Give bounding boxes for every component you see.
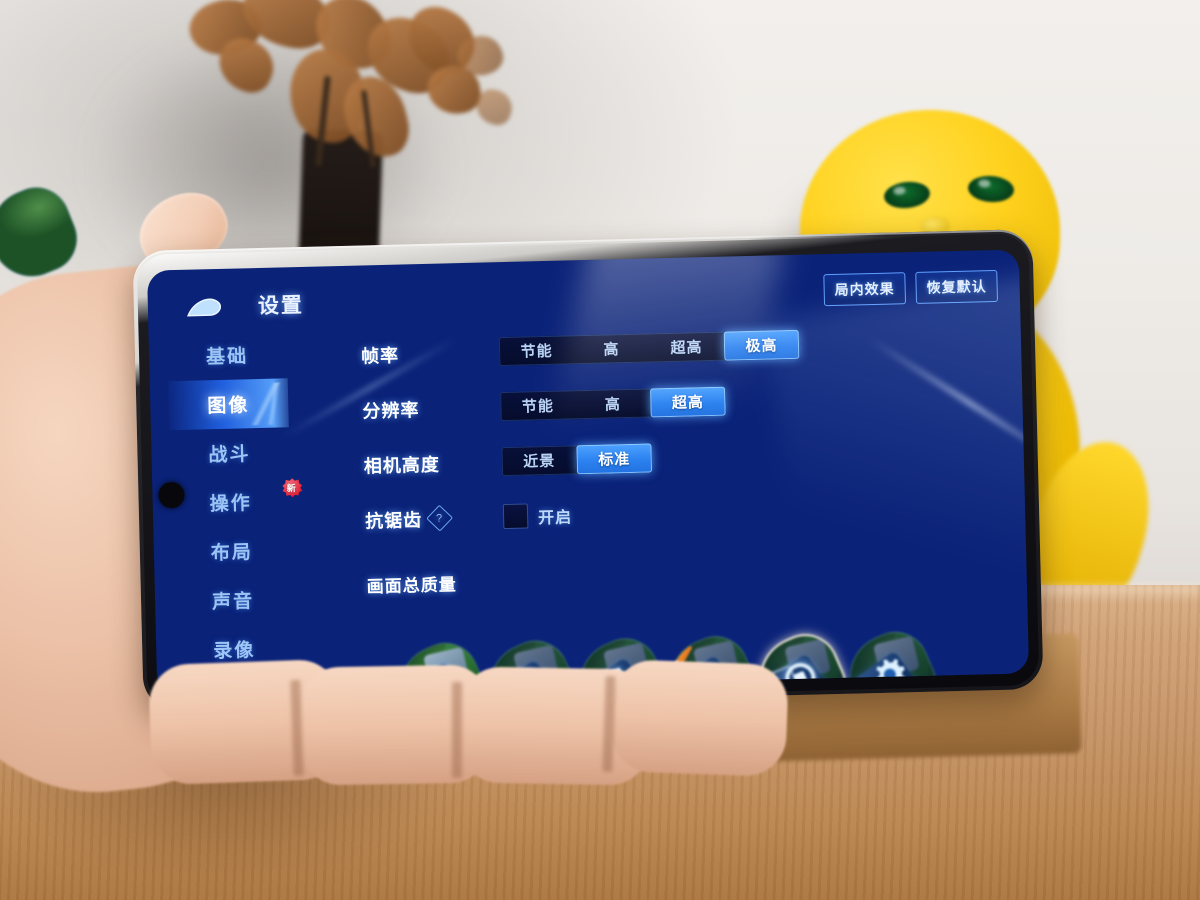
restore-defaults-button[interactable]: 恢复默认 xyxy=(915,269,999,304)
sidebar-item-label: 基础 xyxy=(205,346,249,369)
sidebar-item-graphics[interactable]: 图像 xyxy=(167,378,289,431)
resolution-segmented-control: 节能 高 超高 xyxy=(500,386,726,422)
framerate-option-ultra[interactable]: 超高 xyxy=(649,332,725,363)
antialiasing-checkbox[interactable] xyxy=(502,503,529,530)
sidebar-item-sound[interactable]: 声音 xyxy=(172,574,293,626)
camera-height-option-close[interactable]: 近景 xyxy=(501,445,577,476)
camera-height-option-standard[interactable]: 标准 xyxy=(576,443,653,475)
sidebar-item-label: 布局 xyxy=(210,542,254,565)
setting-label: 分辨率 xyxy=(362,399,420,421)
setting-label: 抗锯齿 ? xyxy=(343,504,484,533)
sidebar-item-layout[interactable]: 布局 xyxy=(171,525,292,577)
sidebar-item-label: 战斗 xyxy=(208,444,251,467)
framerate-option-eco[interactable]: 节能 xyxy=(499,335,575,366)
smartphone: 设置 局内效果 恢复默认 基础 图像 战斗 操作 新 布局 声音 录像 帧率 节… xyxy=(132,229,1044,711)
sidebar-item-label: 操作 xyxy=(209,493,252,516)
sidebar-item-controls[interactable]: 操作 新 xyxy=(170,476,291,528)
sidebar-item-label: 声音 xyxy=(211,591,255,614)
setting-label-text: 抗锯齿 xyxy=(364,509,423,531)
settings-content: 帧率 节能 高 超高 极高 分辨率 节能 高 超高 相机高度 近景 标准 抗锯齿… xyxy=(338,312,1019,695)
sidebar-item-combat[interactable]: 战斗 xyxy=(169,427,290,479)
top-actions: 局内效果 恢复默认 xyxy=(823,269,999,307)
sidebar-item-basic[interactable]: 基础 xyxy=(167,329,288,381)
fingers-front xyxy=(147,640,800,900)
in-match-effects-button[interactable]: 局内效果 xyxy=(823,272,907,307)
framerate-option-extreme[interactable]: 极高 xyxy=(723,329,800,361)
page-title: 设置 xyxy=(257,293,305,319)
question-mark-icon[interactable]: ? xyxy=(426,504,454,532)
phone-screen[interactable]: 设置 局内效果 恢复默认 基础 图像 战斗 操作 新 布局 声音 录像 帧率 节… xyxy=(146,249,1030,695)
overall-quality-title: 画面总质量 xyxy=(366,575,457,597)
resolution-option-ultra[interactable]: 超高 xyxy=(650,386,726,418)
setting-label: 帧率 xyxy=(360,345,400,367)
resolution-option-eco[interactable]: 节能 xyxy=(500,390,576,421)
framerate-segmented-control: 节能 高 超高 极高 xyxy=(498,329,800,367)
sidebar-item-label: 图像 xyxy=(207,395,250,418)
resolution-option-high[interactable]: 高 xyxy=(575,388,651,419)
framerate-option-high[interactable]: 高 xyxy=(574,333,650,364)
antialiasing-checkbox-group: 开启 xyxy=(502,502,573,530)
new-badge-icon: 新 xyxy=(282,478,302,497)
camera-height-segmented-control: 近景 标准 xyxy=(501,443,653,477)
back-arrow-icon[interactable] xyxy=(184,293,227,322)
game-settings-ui: 设置 局内效果 恢复默认 基础 图像 战斗 操作 新 布局 声音 录像 帧率 节… xyxy=(147,249,1029,695)
antialiasing-checkbox-label: 开启 xyxy=(537,508,573,527)
setting-label: 相机高度 xyxy=(363,454,441,476)
